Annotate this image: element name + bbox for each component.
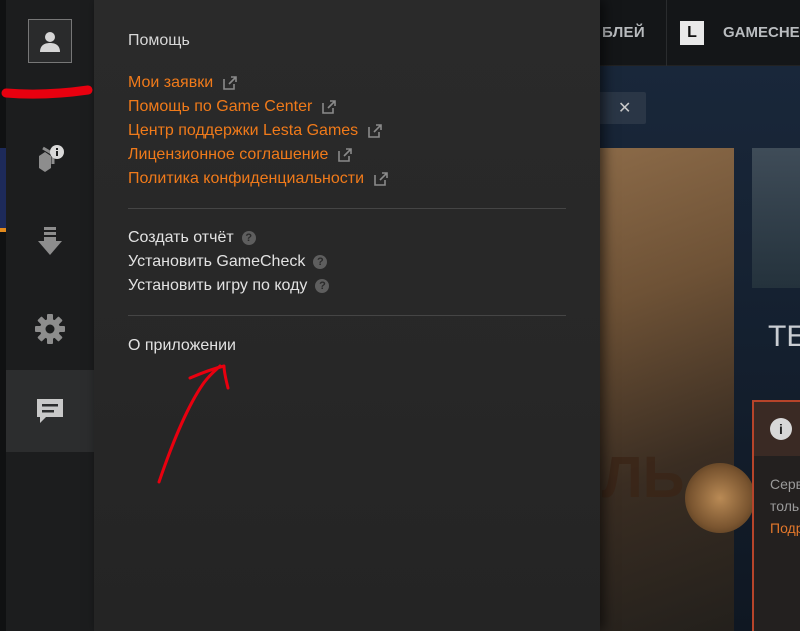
lesta-logo-icon[interactable]: L (680, 21, 704, 45)
link-game-center-help[interactable]: Помощь по Game Center (128, 98, 337, 116)
filter-chip[interactable]: ✕ (596, 92, 646, 124)
help-tooltip-icon[interactable]: ? (241, 231, 256, 245)
link-my-requests[interactable]: Мои заявки (128, 74, 237, 92)
sidebar-item-help[interactable] (6, 370, 94, 452)
menu-divider (128, 315, 566, 316)
top-nav-item-partial[interactable]: БЛЕЙ (602, 24, 645, 41)
top-nav: БЛЕЙ L GAMECHE (600, 0, 800, 66)
notification-icon (39, 145, 64, 172)
menu-divider (128, 208, 566, 209)
install-gamecheck-item[interactable]: Установить GameCheck ? (128, 253, 328, 271)
sidebar (0, 0, 94, 631)
external-link-icon (374, 172, 388, 186)
link-support-center[interactable]: Центр поддержки Lesta Games (128, 122, 382, 140)
app-window: БЛЕЙ L GAMECHE ✕ ЛЬ ТЕ i Серв толь Подр (0, 0, 800, 631)
create-report-item[interactable]: Создать отчёт ? (128, 229, 256, 247)
link-privacy-policy[interactable]: Политика конфиденциальности (128, 170, 388, 188)
link-label: Помощь по Game Center (128, 98, 313, 115)
notice-text: Серв (770, 476, 800, 492)
game-banner[interactable]: ЛЬ (600, 148, 755, 631)
install-game-by-code-item[interactable]: Установить игру по коду ? (128, 277, 330, 295)
gear-icon (35, 314, 65, 344)
link-label: Лицензионное соглашение (128, 146, 329, 163)
user-icon (40, 32, 60, 52)
section-title: ТЕ (768, 320, 800, 353)
wrench-icon: ✕ (618, 100, 632, 117)
help-tooltip-icon[interactable]: ? (313, 255, 328, 269)
banner-text: ЛЬ (602, 445, 685, 510)
top-nav-gamecheck[interactable]: GAMECHE (723, 24, 800, 41)
help-menu-title: Помощь (128, 32, 190, 49)
game-card[interactable] (752, 148, 800, 288)
sidebar-item-downloads[interactable] (6, 200, 94, 282)
banner-art (685, 463, 755, 533)
top-nav-divider (666, 0, 667, 66)
link-label: Мои заявки (128, 74, 214, 91)
notice-header: i (754, 402, 800, 456)
external-link-icon (338, 148, 353, 162)
avatar (28, 19, 72, 63)
help-tooltip-icon[interactable]: ? (315, 279, 330, 293)
download-icon (38, 227, 62, 255)
sidebar-item-notifications[interactable] (6, 118, 94, 200)
notice-panel: i Серв толь Подр (752, 400, 800, 631)
menu-item-label: Установить GameCheck (128, 253, 306, 270)
notice-text: толь (770, 498, 800, 514)
link-label: Политика конфиденциальности (128, 170, 365, 187)
external-link-icon (368, 124, 382, 138)
help-menu: Помощь Мои заявки Помощь по Game Center … (94, 0, 600, 631)
menu-item-label: О приложении (128, 337, 236, 354)
about-app-item[interactable]: О приложении (128, 337, 236, 355)
link-license-agreement[interactable]: Лицензионное соглашение (128, 146, 353, 164)
chat-icon (37, 399, 63, 423)
menu-item-label: Установить игру по коду (128, 277, 308, 294)
link-label: Центр поддержки Lesta Games (128, 122, 359, 139)
external-link-icon (223, 76, 237, 90)
sidebar-item-settings[interactable] (6, 288, 94, 370)
info-icon: i (770, 418, 792, 440)
menu-item-label: Создать отчёт (128, 229, 234, 246)
sidebar-item-profile[interactable] (6, 0, 94, 82)
external-link-icon (322, 100, 337, 114)
notice-link[interactable]: Подр (770, 520, 800, 536)
